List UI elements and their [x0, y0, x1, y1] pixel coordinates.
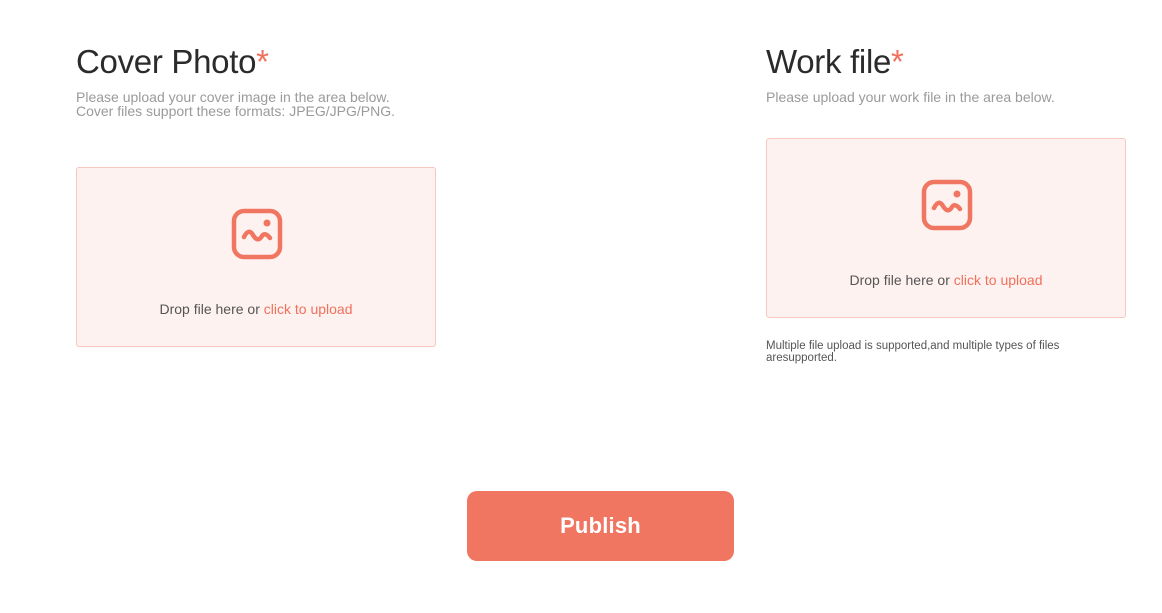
drop-file-text: Drop file here or — [159, 301, 264, 317]
cover-photo-dropzone-text: Drop file here or click to upload — [77, 301, 435, 317]
upload-page: Cover Photo* Please upload your cover im… — [0, 0, 1162, 613]
work-file-dropzone-text: Drop file here or click to upload — [767, 272, 1125, 288]
multiple-upload-note: Multiple file upload is supported,and mu… — [766, 340, 1060, 364]
work-file-section: Work file* Please upload your work file … — [766, 40, 1126, 364]
cover-photo-section: Cover Photo* Please upload your cover im… — [76, 40, 436, 347]
cover-photo-title-text: Cover Photo — [76, 43, 257, 80]
work-file-hint: Please upload your work file in the area… — [766, 89, 1055, 105]
required-asterisk: * — [256, 43, 269, 80]
work-file-title-text: Work file — [766, 43, 892, 80]
cover-photo-hint: Please upload your cover image in the ar… — [76, 89, 395, 119]
work-file-dropzone[interactable]: Drop file here or click to upload — [766, 138, 1126, 318]
publish-button[interactable]: Publish — [467, 491, 734, 561]
work-file-title: Work file* — [766, 40, 1126, 84]
click-to-upload-link[interactable]: click to upload — [264, 301, 353, 317]
drop-file-text: Drop file here or — [849, 272, 954, 288]
image-icon — [921, 179, 973, 231]
image-icon — [231, 208, 283, 260]
cover-photo-dropzone[interactable]: Drop file here or click to upload — [76, 167, 436, 347]
click-to-upload-link[interactable]: click to upload — [954, 272, 1043, 288]
required-asterisk: * — [891, 43, 904, 80]
cover-photo-title: Cover Photo* — [76, 40, 436, 84]
